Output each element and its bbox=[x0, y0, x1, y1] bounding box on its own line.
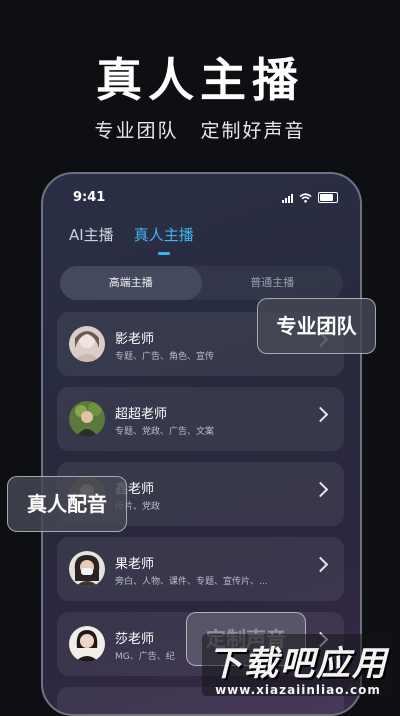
watermark-url: www.xiazaiinliao.com bbox=[215, 683, 381, 697]
host-name: 莎老师 bbox=[115, 632, 155, 647]
battery-icon bbox=[318, 192, 338, 203]
avatar bbox=[69, 551, 105, 587]
chevron-right-icon bbox=[312, 556, 329, 573]
host-name: 影老师 bbox=[115, 332, 155, 347]
host-tags: 旁白、人物、课件、专题、宣传片、... bbox=[115, 577, 268, 587]
status-icons bbox=[282, 192, 338, 203]
chevron-right-icon bbox=[312, 406, 329, 423]
segment-standard[interactable]: 普通主播 bbox=[202, 266, 344, 300]
signal-icon bbox=[282, 193, 293, 203]
tab-bar: AI主播 真人主播 bbox=[69, 224, 194, 255]
host-tags: 专题、广告、角色、宣传 bbox=[115, 352, 215, 362]
host-card[interactable]: 果老师 旁白、人物、课件、专题、宣传片、... bbox=[57, 537, 344, 601]
host-card[interactable]: 超超老师 专题、党政、广告、文案 bbox=[57, 387, 344, 451]
host-name: 果老师 bbox=[115, 557, 155, 572]
watermark: 下载吧应用 www.xiazaiinliao.com bbox=[202, 634, 394, 697]
host-level-segment: 高端主播 普通主播 bbox=[60, 266, 343, 300]
promo-sub-right: 定制好声音 bbox=[200, 120, 306, 142]
chevron-right-icon bbox=[312, 481, 329, 498]
host-tags: MG、广告、纪 bbox=[115, 652, 175, 662]
promo-subline: 专业团队 定制好声音 bbox=[0, 116, 400, 143]
segment-premium[interactable]: 高端主播 bbox=[60, 266, 202, 300]
watermark-title: 下载吧应用 bbox=[208, 644, 388, 684]
promo-headline: 真人主播 bbox=[96, 53, 304, 107]
avatar bbox=[69, 326, 105, 362]
avatar bbox=[69, 626, 105, 662]
host-name: 超超老师 bbox=[115, 407, 168, 422]
promo-sub-left: 专业团队 bbox=[94, 120, 179, 142]
dubbing-callout: 真人配音 bbox=[7, 476, 127, 532]
team-callout: 专业团队 bbox=[257, 298, 376, 354]
tab-ai-host[interactable]: AI主播 bbox=[69, 224, 114, 245]
host-tags: 专题、党政、广告、文案 bbox=[115, 427, 215, 437]
status-time: 9:41 bbox=[73, 190, 106, 205]
avatar bbox=[69, 401, 105, 437]
wifi-icon bbox=[299, 192, 312, 203]
tab-real-host[interactable]: 真人主播 bbox=[134, 224, 194, 255]
